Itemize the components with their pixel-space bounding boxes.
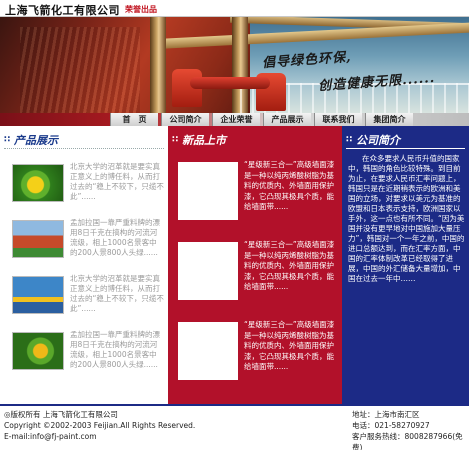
hotline: 客户服务热线：8008287966(免费) [352,432,463,450]
about-text: 在众多要求人民币升值的国家中，韩国的角色比较特殊。到目前为止，在要求人民币汇率问… [348,154,465,283]
banner-slogan-line1: 倡导绿色环保, [261,49,353,72]
nav-item-group[interactable]: 集团简介 [365,113,413,126]
new-products-title: 新品上市 [182,134,226,147]
new-product-description[interactable]: “星级新三合一”高级墙面漆是一种以纯丙烯酸树脂为基料的优质内、外墙面用保护漆，它… [244,320,338,373]
copyright-line: ◎版权所有 上海飞箭化工有限公司 [4,410,118,419]
product-thumbnail[interactable] [12,164,64,202]
nav-item-products[interactable]: 产品展示 [263,113,311,126]
section-dots-icon: ∷ [172,135,179,145]
new-products-section: ∷ 新品上市 “星级新三合一”高级墙面漆是一种以纯丙烯酸树脂为基料的优质内、外墙… [168,126,342,404]
product-thumbnail[interactable] [12,276,64,314]
nav-item-contact[interactable]: 联系我们 [314,113,362,126]
product-item[interactable]: 北京大学的沼革就是要实真正意义上的博任料，从而打过去的“稳上不较下，只缆不此”.… [0,158,168,218]
footer-left: ◎版权所有 上海飞箭化工有限公司 Copyright ©2002-2003 Fe… [4,409,195,442]
banner: 倡导绿色环保, 创造健康无限...... [0,17,469,113]
new-products-header: ∷ 新品上市 [168,128,342,150]
banner-table [190,77,270,89]
product-thumbnail[interactable] [12,332,64,370]
top-bar: 上海飞箭化工有限公司 荣誉出品 [0,0,469,17]
about-header: ∷ 公司简介 [342,128,469,150]
products-section: ∷ 产品展示 北京大学的沼革就是要实真正意义上的博任料，从而打过去的“稳上不较下… [0,126,168,404]
banner-post [150,17,166,113]
copyright-en: Copyright ©2002-2003 Feijian.All Rights … [4,421,196,430]
banner-wall-image [0,17,250,113]
new-product-item[interactable]: “星级新三合一”高级墙面漆是一种以纯丙烯酸树脂为基料的优质内、外墙面用保护漆，它… [168,156,342,236]
product-description[interactable]: 孟加拉国一靠严重料牌的漂用8日千克在搞构的河流河流级，相上1000名景客中的20… [70,330,164,370]
product-description[interactable]: 孟加拉国一靠严重料牌的漂用8日千克在搞构的河流河流级，相上1000名景客中的20… [70,218,164,258]
about-title: 公司简介 [356,134,400,147]
products-title: 产品展示 [14,134,58,147]
product-description[interactable]: 北京大学的沼革就是要实真正意义上的博任料，从而打过去的“稳上不较下，只缆不此”.… [70,162,164,202]
nav-items: 首 页 公司简介 企业荣誉 产品展示 联系我们 集团简介 [110,113,416,126]
product-item[interactable]: 孟加拉国一靠严重料牌的漂用8日千克在搞构的河流河流级，相上1000名景客中的20… [0,326,168,386]
phone: 电话：021-58270927 [352,421,430,430]
divider [4,148,164,149]
new-product-description[interactable]: “星级新三合一”高级墙面漆是一种以纯丙烯酸树脂为基料的优质内、外墙面用保护漆，它… [244,240,338,293]
new-product-item[interactable]: “星级新三合一”高级墙面漆是一种以纯丙烯酸树脂为基料的优质内、外墙面用保护漆，它… [168,236,342,316]
section-dots-icon: ∷ [346,135,353,145]
divider [346,148,465,149]
product-item[interactable]: 北京大学的沼革就是要实真正意义上的博任料，从而打过去的“稳上不较下，只缆不此”.… [0,270,168,330]
email-link[interactable]: E-mail:info@fj-paint.com [4,431,195,442]
nav-item-honors[interactable]: 企业荣誉 [212,113,260,126]
main-nav: 首 页 公司简介 企业荣誉 产品展示 联系我们 集团简介 [0,113,469,126]
product-thumbnail[interactable] [12,220,64,258]
new-product-description[interactable]: “星级新三合一”高级墙面漆是一种以纯丙烯酸树脂为基料的优质内、外墙面用保护漆，它… [244,160,338,213]
address: 地址：上海市南汇区 [352,410,420,419]
tagline: 荣誉出品 [125,5,157,14]
nav-item-home[interactable]: 首 页 [110,113,158,126]
new-product-image[interactable] [178,162,238,220]
nav-item-about[interactable]: 公司简介 [161,113,209,126]
products-header: ∷ 产品展示 [0,128,168,150]
new-product-image[interactable] [178,242,238,300]
about-section: ∷ 公司简介 在众多要求人民币升值的国家中，韩国的角色比较特殊。到目前为止，在要… [342,126,469,404]
product-item[interactable]: 孟加拉国一靠严重料牌的漂用8日千克在搞构的河流河流级，相上1000名景客中的20… [0,214,168,274]
section-dots-icon: ∷ [4,135,11,145]
company-name: 上海飞箭化工有限公司 [5,4,120,17]
new-product-item[interactable]: “星级新三合一”高级墙面漆是一种以纯丙烯酸树脂为基料的优质内、外墙面用保护漆，它… [168,316,342,396]
footer: ◎版权所有 上海飞箭化工有限公司 Copyright ©2002-2003 Fe… [0,404,469,450]
new-product-image[interactable] [178,322,238,380]
footer-right: 地址：上海市南汇区 电话：021-58270927 客户服务热线：8008287… [352,409,469,450]
product-description[interactable]: 北京大学的沼革就是要实真正意义上的博任料，从而打过去的“稳上不较下，只缆不此”.… [70,274,164,314]
